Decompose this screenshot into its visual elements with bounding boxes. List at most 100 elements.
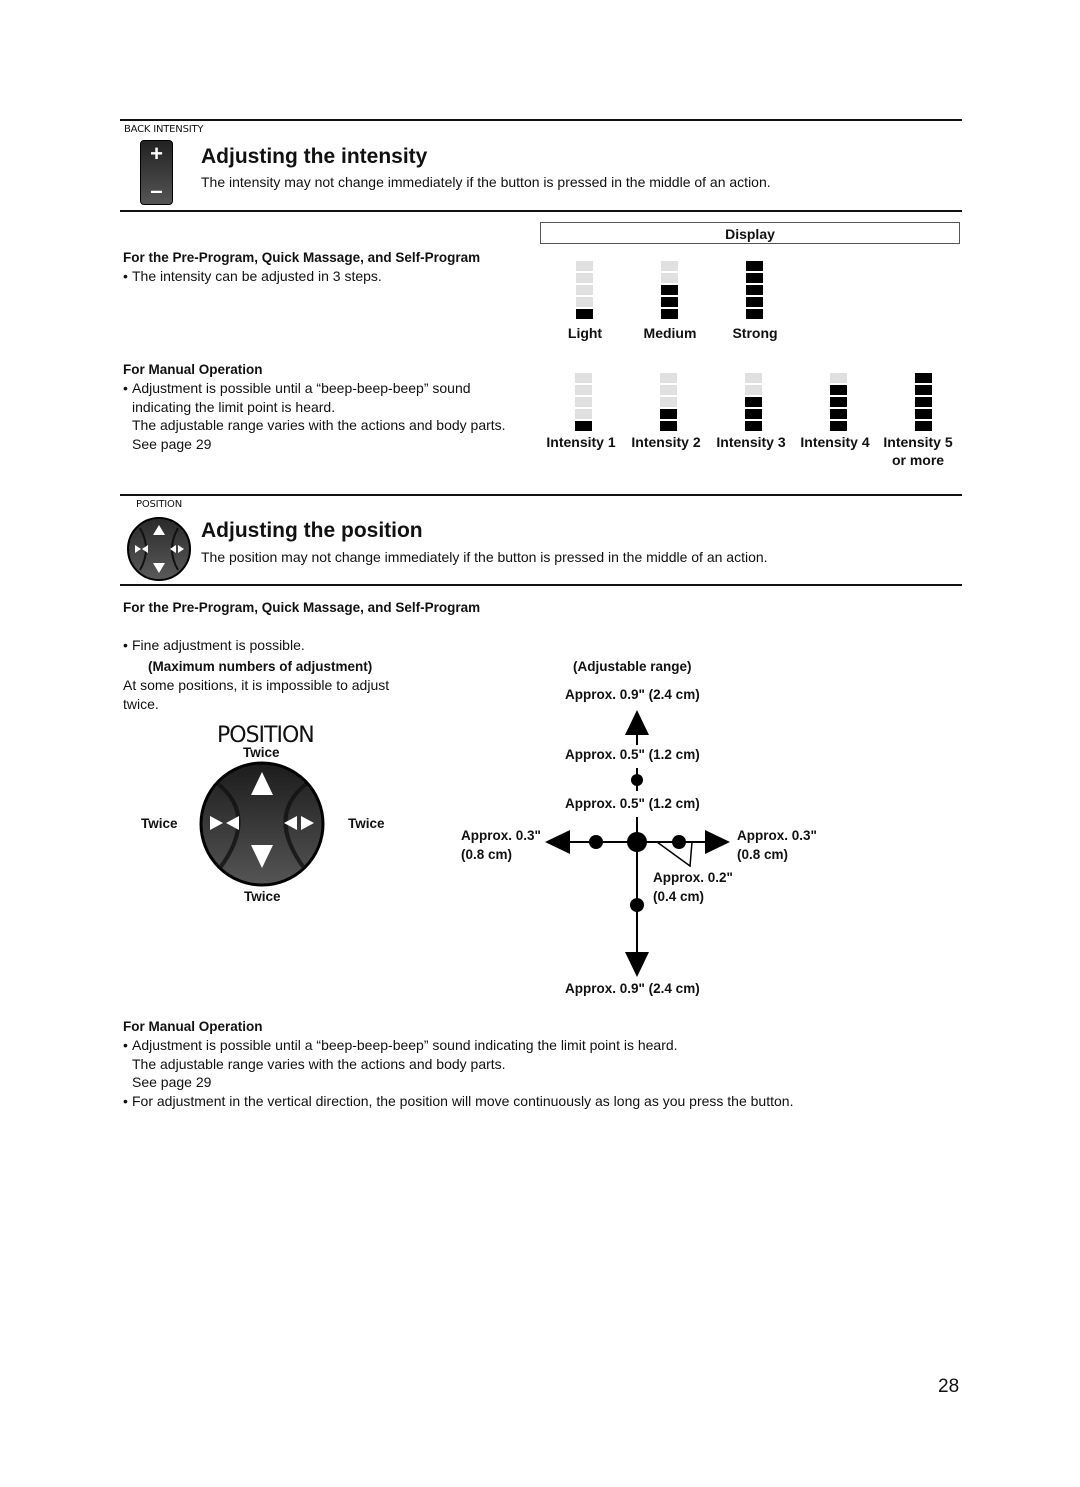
dial-bottom-count: Twice bbox=[244, 889, 281, 904]
position-button-icon bbox=[127, 517, 191, 581]
position-manual-text: Adjustment is possible until a “beep-bee… bbox=[123, 1036, 883, 1110]
meter-segment-lit bbox=[746, 285, 763, 295]
meter-segment-unlit bbox=[660, 385, 677, 395]
intensity-manual-text: Adjustment is possible until a “beep-bee… bbox=[123, 379, 543, 453]
range-heading: (Adjustable range) bbox=[573, 659, 692, 674]
range-fine-line2: (0.4 cm) bbox=[653, 889, 705, 904]
meter-segment-unlit bbox=[576, 285, 593, 295]
position-lead: The position may not change immediately … bbox=[201, 549, 768, 565]
range-right-line2: (0.8 cm) bbox=[737, 847, 789, 862]
range-fine-line1: Approx. 0.2" bbox=[653, 870, 733, 885]
intensity-meter-label-line2: or more bbox=[891, 452, 945, 468]
intensity-meter-label: Intensity 5 bbox=[883, 434, 953, 450]
range-up-arrow bbox=[625, 710, 649, 735]
meter-segment-lit bbox=[746, 309, 763, 319]
meter-segment-unlit bbox=[661, 273, 678, 283]
meter-segment-unlit bbox=[745, 385, 762, 395]
display-header: Display bbox=[540, 222, 960, 244]
range-right-arrow bbox=[705, 830, 730, 854]
intensity-meter bbox=[576, 261, 593, 321]
position-header-rule bbox=[120, 584, 962, 586]
meter-segment-lit bbox=[661, 309, 678, 319]
meter-segment-unlit bbox=[575, 385, 592, 395]
meter-segment-lit bbox=[746, 297, 763, 307]
position-manual-bullet2: For adjustment in the vertical direction… bbox=[123, 1092, 883, 1111]
meter-segment-lit bbox=[746, 261, 763, 271]
position-manual-bullet1-line1: Adjustment is possible until a “beep-bee… bbox=[123, 1036, 883, 1055]
range-left-line1: Approx. 0.3" bbox=[461, 828, 541, 843]
plus-icon: + bbox=[150, 141, 163, 166]
range-up-point bbox=[631, 774, 643, 786]
intensity-header-rule bbox=[120, 210, 962, 212]
meter-segment-lit bbox=[915, 421, 932, 431]
intensity-preprogram-heading: For the Pre-Program, Quick Massage, and … bbox=[123, 250, 481, 265]
meter-segment-unlit bbox=[660, 397, 677, 407]
meter-segment-lit bbox=[576, 309, 593, 319]
meter-segment-unlit bbox=[576, 273, 593, 283]
meter-segment-unlit bbox=[576, 261, 593, 271]
intensity-title: Adjusting the intensity bbox=[201, 145, 428, 168]
back-intensity-tag: BACK INTENSITY bbox=[124, 124, 204, 135]
max-adjust-text-line2: twice. bbox=[123, 695, 159, 712]
range-down-point bbox=[630, 898, 644, 912]
meter-segment-lit bbox=[661, 297, 678, 307]
meter-segment-lit bbox=[915, 373, 932, 383]
intensity-manual-see-page: See page 29 bbox=[132, 435, 212, 452]
range-diagram bbox=[545, 710, 730, 977]
meter-segment-lit bbox=[660, 409, 677, 419]
position-title: Adjusting the position bbox=[201, 519, 423, 542]
intensity-meter bbox=[746, 261, 763, 321]
meter-segment-lit bbox=[915, 385, 932, 395]
intensity-meter bbox=[745, 373, 762, 433]
meter-segment-lit bbox=[745, 397, 762, 407]
meter-segment-unlit bbox=[575, 373, 592, 383]
meter-segment-lit bbox=[830, 409, 847, 419]
meter-segment-unlit bbox=[575, 397, 592, 407]
intensity-preprogram-bullet: The intensity can be adjusted in 3 steps… bbox=[123, 267, 1080, 286]
intensity-button-icon: + – bbox=[140, 140, 173, 205]
intensity-meter bbox=[915, 373, 932, 433]
meter-segment-lit bbox=[660, 421, 677, 431]
intensity-manual-heading: For Manual Operation bbox=[123, 362, 263, 377]
position-tag: POSITION bbox=[136, 499, 183, 510]
meter-segment-lit bbox=[830, 421, 847, 431]
page-number: 28 bbox=[938, 1376, 960, 1397]
max-adjust-text: At some positions, it is impossible to a… bbox=[123, 676, 389, 713]
dial-right-count: Twice bbox=[348, 816, 385, 831]
position-preprogram-heading: For the Pre-Program, Quick Massage, and … bbox=[123, 600, 481, 615]
range-left-point bbox=[589, 835, 603, 849]
intensity-meter bbox=[661, 261, 678, 321]
intensity-meter bbox=[660, 373, 677, 433]
range-down-arrow bbox=[625, 952, 649, 977]
max-adjust-text-line1: At some positions, it is impossible to a… bbox=[123, 677, 390, 693]
meter-segment-lit bbox=[745, 421, 762, 431]
range-right-line1: Approx. 0.3" bbox=[737, 828, 817, 843]
minus-icon: – bbox=[150, 178, 163, 203]
meter-segment-lit bbox=[746, 273, 763, 283]
intensity-manual-bullet-line2: indicating the limit point is heard. bbox=[132, 398, 336, 415]
range-down-max: Approx. 0.9" (2.4 cm) bbox=[565, 981, 700, 996]
intensity-manual-bullet-line1: Adjustment is possible until a “beep-bee… bbox=[123, 379, 543, 398]
position-manual-bullet1-line2: The adjustable range varies with the act… bbox=[132, 1055, 506, 1072]
meter-segment-unlit bbox=[661, 261, 678, 271]
meter-segment-lit bbox=[575, 421, 592, 431]
range-up-max: Approx. 0.9" (2.4 cm) bbox=[565, 687, 700, 702]
dial-left-count: Twice bbox=[141, 816, 178, 831]
meter-segment-unlit bbox=[745, 373, 762, 383]
range-right-point bbox=[672, 835, 686, 849]
range-center-point bbox=[627, 832, 647, 852]
meter-segment-unlit bbox=[660, 373, 677, 383]
intensity-meter bbox=[830, 373, 847, 433]
meter-segment-lit bbox=[745, 409, 762, 419]
intensity-meter-label: Strong bbox=[732, 325, 778, 341]
meter-segment-unlit bbox=[575, 409, 592, 419]
position-top-rule bbox=[120, 494, 962, 496]
dial-top-count: Twice bbox=[243, 745, 280, 760]
meter-segment-lit bbox=[830, 385, 847, 395]
intensity-meter bbox=[575, 373, 592, 433]
max-adjust-heading: (Maximum numbers of adjustment) bbox=[148, 659, 373, 674]
intensity-lead: The intensity may not change immediately… bbox=[201, 174, 771, 190]
range-left-arrow bbox=[545, 830, 570, 854]
meter-segment-lit bbox=[915, 397, 932, 407]
meter-segment-lit bbox=[830, 397, 847, 407]
